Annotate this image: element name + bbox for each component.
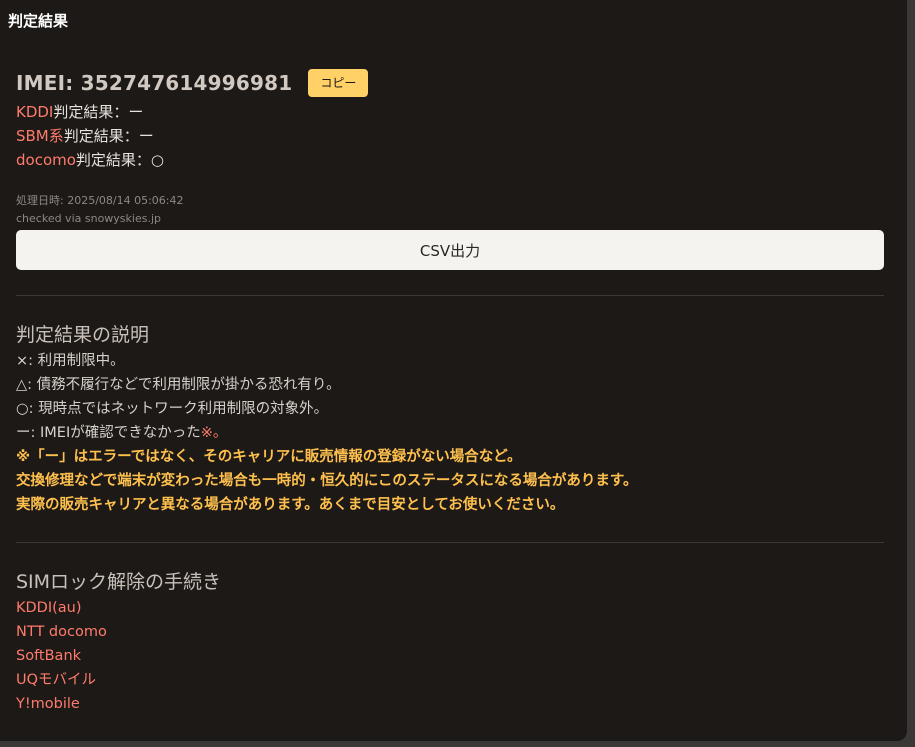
explanation-dash-mark: ※。 xyxy=(200,425,228,441)
carrier-name-sbm: SBM系 xyxy=(16,127,64,145)
result-label-kddi: 判定結果：ー xyxy=(53,103,144,121)
link-softbank[interactable]: SoftBank xyxy=(16,644,884,668)
checked-via: checked via snowyskies.jp xyxy=(16,212,161,225)
divider xyxy=(16,295,884,296)
imei-value: IMEI: 352747614996981 xyxy=(16,71,293,95)
warning-line-3: 実際の販売キャリアと異なる場合があります。あくまで目安としてお使いください。 xyxy=(16,497,565,513)
result-kddi: KDDI判定結果：ー xyxy=(16,100,884,124)
csv-export-button[interactable]: CSV出力 xyxy=(16,230,884,270)
explanation-line-circle: ○: 現時点ではネットワーク利用制限の対象外。 xyxy=(16,401,329,417)
carrier-name-kddi: KDDI xyxy=(16,103,54,121)
processed-timestamp: 処理日時: 2025/08/14 05:06:42 xyxy=(16,194,184,207)
link-uq-mobile[interactable]: UQモバイル xyxy=(16,668,884,692)
copy-button[interactable]: コピー xyxy=(308,69,369,97)
explanation-line-x: ×: 利用制限中。 xyxy=(16,353,125,369)
link-ymobile[interactable]: Y!mobile xyxy=(16,692,884,716)
meta-info: 処理日時: 2025/08/14 05:06:42 checked via sn… xyxy=(16,192,884,228)
panel-title: 判定結果 xyxy=(8,12,69,30)
link-ntt-docomo[interactable]: NTT docomo xyxy=(16,620,884,644)
result-docomo: docomo判定結果：○ xyxy=(16,148,884,172)
warning-line-2: 交換修理などで端末が変わった場合も一時的・恒久的にこのステータスになる場合があり… xyxy=(16,473,638,489)
warning-line-1: ※「ー」はエラーではなく、そのキャリアに販売情報の登録がない場合など。 xyxy=(16,449,522,465)
unlock-title: SIMロック解除の手続き xyxy=(16,571,222,593)
explanation-line-triangle: △: 債務不履行などで利用制限が掛かる恐れ有り。 xyxy=(16,377,341,393)
explanation-title: 判定結果の説明 xyxy=(16,324,150,346)
result-panel: 判定結果 IMEI: 352747614996981 コピー KDDI判定結果：… xyxy=(0,0,907,741)
explanation-line-dash: ー: IMEIが確認できなかった※。 xyxy=(16,421,884,445)
result-label-sbm: 判定結果：ー xyxy=(63,127,154,145)
divider xyxy=(16,542,884,543)
result-sbm: SBM系判定結果：ー xyxy=(16,124,884,148)
explanation-dash-text: ー: IMEIが確認できなかった xyxy=(16,425,201,441)
link-kddi-au[interactable]: KDDI(au) xyxy=(16,596,884,620)
carrier-name-docomo: docomo xyxy=(16,151,76,169)
imei-row: IMEI: 352747614996981 コピー xyxy=(16,66,884,100)
result-content: IMEI: 352747614996981 コピー KDDI判定結果：ー SBM… xyxy=(16,66,884,716)
result-label-docomo: 判定結果：○ xyxy=(75,151,165,169)
